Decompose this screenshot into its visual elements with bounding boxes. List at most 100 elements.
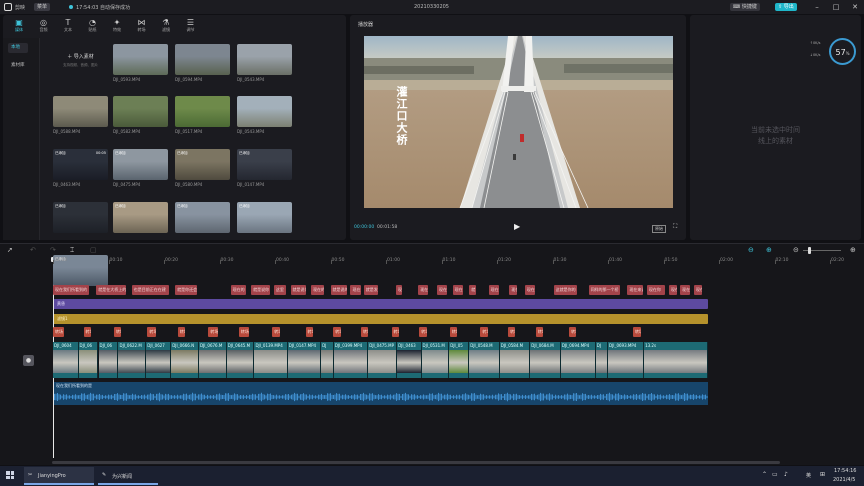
transition-clip[interactable]: 转场 xyxy=(535,327,544,337)
sidebar-item-local[interactable]: 本地 xyxy=(8,43,28,53)
toolbar-filter[interactable]: ⚗ 滤镜 xyxy=(158,18,174,33)
maximize-button[interactable]: □ xyxy=(831,2,841,12)
clock-date[interactable]: 2021/4/5 xyxy=(833,477,855,483)
video-clip[interactable]: DJI_05 xyxy=(449,342,470,378)
media-thumbnail[interactable] xyxy=(237,96,292,127)
media-thumbnail[interactable]: 已添加 xyxy=(113,202,168,233)
media-thumbnail[interactable] xyxy=(53,96,108,127)
video-clip[interactable]: DJI_0548.M xyxy=(469,342,500,378)
transition-clip[interactable]: 转场 xyxy=(208,327,219,337)
transition-clip[interactable]: 转场 xyxy=(114,327,122,337)
transition-clip[interactable]: 转场 xyxy=(419,327,427,337)
windows-start-icon[interactable] xyxy=(6,471,14,479)
text-clip[interactable]: 就是说的 xyxy=(330,285,348,295)
video-clip[interactable]: DJI_0147.MP4 xyxy=(287,342,322,378)
toolbar-adjust[interactable]: ☰ 调节 xyxy=(183,18,199,33)
media-thumbnail[interactable]: 已添加 xyxy=(175,202,230,233)
audio-track[interactable]: 现在我们所看到的是 xyxy=(53,382,708,405)
player-video[interactable]: 灌江口大桥 xyxy=(364,36,673,208)
toolbar-audio[interactable]: ◎ 音频 xyxy=(36,18,52,33)
sidebar-item-library[interactable]: 素材库 xyxy=(8,61,28,71)
text-clip[interactable]: 现在的 xyxy=(230,285,246,295)
play-button[interactable]: ▶ xyxy=(514,222,520,231)
import-button[interactable]: ＋ 导入素材 支持视频、音频、图片 xyxy=(53,44,108,75)
media-thumbnail[interactable]: 已添加 xyxy=(237,149,292,180)
text-clip[interactable]: 现 xyxy=(395,285,403,295)
video-clip[interactable]: DJI_0475.MP xyxy=(368,342,398,378)
shortcut-button[interactable]: ⌨ 快捷键 xyxy=(730,3,760,11)
fullscreen-icon[interactable]: ⛶ xyxy=(673,223,677,231)
text-clip[interactable]: 就是说你 xyxy=(290,285,307,295)
video-clip[interactable]: DJI_0693.MP4 xyxy=(608,342,645,378)
text-clip[interactable]: 就是在大桥上的 xyxy=(96,285,126,295)
media-thumbnail[interactable] xyxy=(113,96,168,127)
video-clip[interactable]: DJI_0531.M xyxy=(421,342,450,378)
video-clip[interactable]: DJI_0622.M xyxy=(118,342,147,378)
timeline-scrollbar[interactable] xyxy=(52,461,780,464)
text-clip[interactable]: 就是说你 xyxy=(251,285,271,295)
media-thumbnail[interactable] xyxy=(175,96,230,127)
transition-clip[interactable]: 转场 xyxy=(508,327,516,337)
text-clip[interactable]: 现在你 xyxy=(646,285,665,295)
media-thumbnail[interactable]: 已添加 xyxy=(175,149,230,180)
transition-clip[interactable]: 转场 xyxy=(449,327,458,337)
text-clip[interactable]: 现在 xyxy=(350,285,361,295)
transition-clip[interactable]: 转场 xyxy=(361,327,369,337)
text-clip[interactable]: 就是你还会天 xyxy=(175,285,198,295)
language-indicator[interactable]: 英 xyxy=(806,472,811,479)
video-clip[interactable]: DJ xyxy=(595,342,608,378)
text-clip[interactable]: 现在 xyxy=(452,285,463,295)
text-clip[interactable]: 就是发达 xyxy=(363,285,379,295)
video-clip[interactable]: DJI_0666.N xyxy=(171,342,199,378)
ratio-button[interactable]: 原始 xyxy=(652,225,666,233)
taskbar-item-news[interactable]: ✎ 为兴新闻 xyxy=(98,467,158,485)
text-clip[interactable]: 现在 xyxy=(680,285,691,295)
transition-clip[interactable]: 转场 xyxy=(391,327,399,337)
text-clip[interactable]: 现在我们所看到的 xyxy=(53,285,90,295)
toolbar-media[interactable]: ▣ 媒体 xyxy=(11,18,27,33)
transition-clip[interactable]: 转场 xyxy=(53,327,65,337)
transition-clip[interactable]: 转场 xyxy=(147,327,157,337)
media-thumbnail[interactable]: 已添加 00:05 xyxy=(53,149,108,180)
video-clip[interactable]: DJI_0684.M xyxy=(530,342,561,378)
transition-clip[interactable]: 转场 xyxy=(272,327,280,337)
transition-clip[interactable]: 转场 xyxy=(238,327,250,337)
taskbar-item-jianying[interactable]: ✂ JianyingPro xyxy=(24,467,94,485)
video-clip[interactable]: 13.2s xyxy=(644,342,708,378)
redo-icon[interactable]: ↷ xyxy=(50,246,56,254)
purple-effect-track[interactable]: 黄昏 xyxy=(53,299,708,309)
video-clip[interactable]: DJI_0604 xyxy=(53,342,79,378)
text-clip[interactable]: 就 xyxy=(469,285,477,295)
video-clip[interactable]: DJI_06 xyxy=(78,342,99,378)
transition-clip[interactable]: 转场 xyxy=(569,327,577,337)
toolbar-transition[interactable]: ⋈ 转场 xyxy=(134,18,150,33)
text-clip[interactable]: 现在 xyxy=(694,285,702,295)
close-button[interactable]: ✕ xyxy=(850,2,860,12)
video-clip[interactable]: DJ xyxy=(321,342,334,378)
media-thumbnail[interactable] xyxy=(113,44,168,75)
text-clip[interactable]: 现在 xyxy=(669,285,677,295)
text-clip[interactable]: 现在 xyxy=(488,285,499,295)
video-clip[interactable]: DJI_0694.MP4 xyxy=(560,342,596,378)
video-clip[interactable]: DJI_0463 xyxy=(397,342,422,378)
video-clip[interactable]: DJI_0676.M xyxy=(198,342,227,378)
media-thumbnail[interactable] xyxy=(175,44,230,75)
text-clip[interactable]: 这里 xyxy=(273,285,287,295)
export-button[interactable]: ⇪ 导出 xyxy=(775,3,797,11)
text-clip[interactable]: 现在来说 xyxy=(627,285,644,295)
media-thumbnail[interactable]: 已添加 xyxy=(53,202,108,233)
toolbar-text[interactable]: T 文本 xyxy=(60,18,76,33)
split-icon[interactable]: ⌶ xyxy=(70,246,74,255)
menu-button[interactable]: 菜单 xyxy=(34,3,51,11)
chevron-up-icon[interactable]: ⌃ xyxy=(762,471,767,478)
zoom-in-icon[interactable]: ⊕ xyxy=(850,246,856,254)
video-clip[interactable]: DJI_0584.M xyxy=(499,342,531,378)
ime-icon[interactable]: ⊞ xyxy=(820,471,825,478)
transition-clip[interactable]: 转场 xyxy=(632,327,641,337)
media-thumbnail[interactable] xyxy=(237,44,292,75)
transition-clip[interactable]: 转场 xyxy=(177,327,186,337)
video-clip[interactable]: DJI_0139.MP4 xyxy=(254,342,288,378)
text-clip[interactable]: 现在的 xyxy=(311,285,325,295)
transition-clip[interactable]: 转场 xyxy=(83,327,91,337)
video-clip[interactable]: DJI_06 xyxy=(98,342,119,378)
